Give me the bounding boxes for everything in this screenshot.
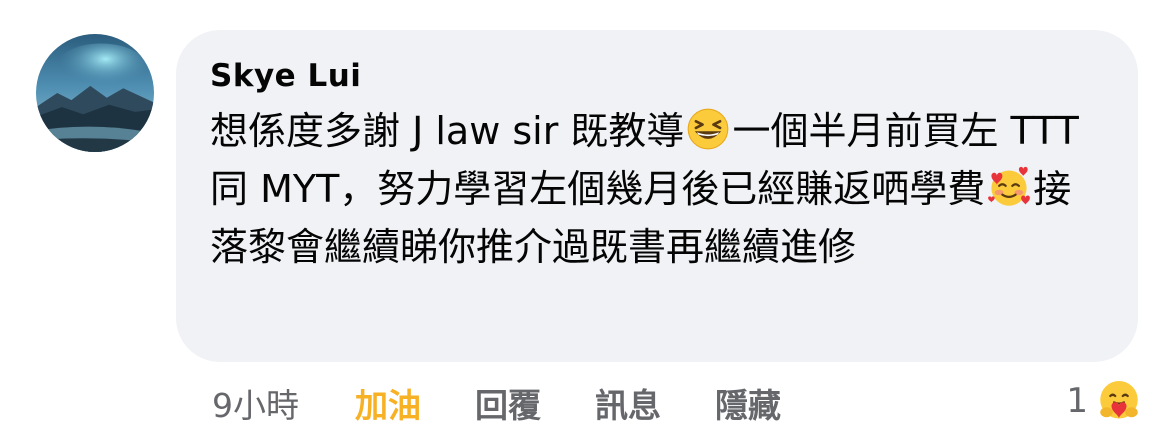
comment-text-part-1: 想係度多謝 J law sir 既教導: [210, 109, 685, 153]
hide-button[interactable]: 隱藏: [715, 379, 781, 427]
comment-actions: 9小時 加油 回覆 訊息 隱藏: [212, 378, 835, 428]
comment: Skye Lui 想係度多謝 J law sir 既教導 一個半月前買左 TTT…: [0, 0, 1170, 432]
care-reaction-icon: [1094, 376, 1144, 426]
reaction-count: 1: [1066, 381, 1088, 421]
reply-button[interactable]: 回覆: [475, 379, 541, 427]
author-name[interactable]: Skye Lui: [210, 56, 1108, 96]
smiling-face-with-hearts-icon: [987, 165, 1031, 209]
message-button[interactable]: 訊息: [595, 379, 661, 427]
avatar[interactable]: [36, 34, 154, 152]
comment-timestamp[interactable]: 9小時: [212, 379, 299, 427]
grinning-squinting-face-icon: [686, 107, 730, 151]
reaction-summary[interactable]: 1: [1066, 374, 1144, 428]
comment-text: 想係度多謝 J law sir 既教導 一個半月前買左 TTT 同 MYT，努力…: [210, 102, 1100, 276]
avatar-image: [36, 34, 154, 152]
comment-bubble: Skye Lui 想係度多謝 J law sir 既教導 一個半月前買左 TTT…: [176, 30, 1138, 362]
like-button[interactable]: 加油: [355, 379, 421, 427]
